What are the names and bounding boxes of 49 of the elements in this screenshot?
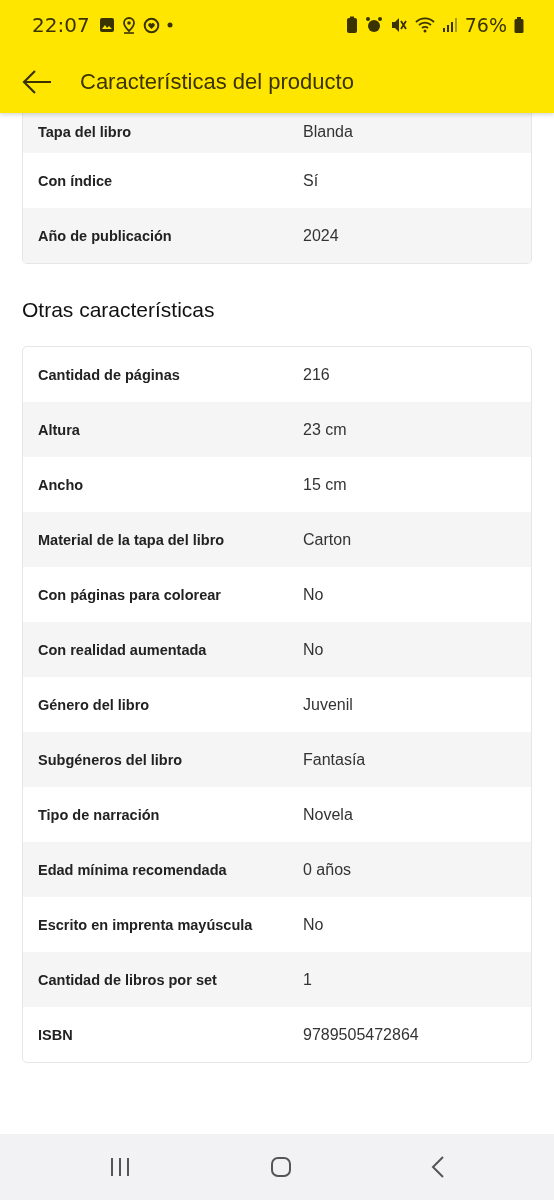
recent-apps-icon[interactable] [109, 1157, 132, 1177]
feature-label: Tipo de narración [38, 806, 161, 823]
feature-value: Juvenil [303, 695, 353, 714]
location-pin-icon [121, 16, 136, 34]
feature-value: 23 cm [303, 420, 347, 439]
feature-value: 1 [303, 970, 312, 989]
feature-label: Con realidad aumentada [38, 641, 208, 658]
image-icon [98, 17, 115, 33]
back-icon[interactable] [430, 1156, 445, 1178]
battery-icon [514, 16, 524, 34]
feature-value: Carton [303, 530, 352, 549]
feature-label: Año de publicación [38, 227, 173, 244]
feature-value: No [303, 585, 324, 604]
feature-value: 2024 [303, 226, 339, 245]
feature-value: Sí [303, 171, 319, 190]
page-title: Características del producto [80, 68, 354, 95]
heart-ring-icon [142, 16, 160, 34]
feature-label: Subgéneros del libro [38, 751, 184, 768]
feature-value: 9789505472864 [303, 1025, 419, 1044]
section-title: Otras características [22, 298, 216, 322]
feature-label: Con índice [38, 172, 114, 189]
status-time: 22:07 [32, 13, 90, 37]
feature-value: No [303, 640, 324, 659]
feature-value: Fantasía [303, 750, 366, 769]
wifi-icon [414, 17, 435, 33]
feature-value: Blanda [303, 123, 353, 141]
feature-label: Ancho [38, 476, 85, 493]
mute-icon [389, 16, 408, 34]
battery-saver-icon [345, 16, 358, 34]
feature-value: 15 cm [303, 475, 347, 494]
feature-label: Material de la tapa del libro [38, 531, 226, 548]
feature-label: Tapa del libro [38, 124, 133, 140]
back-arrow-icon[interactable] [22, 68, 52, 95]
dot-icon [166, 22, 173, 28]
feature-label: ISBN [38, 1026, 74, 1043]
feature-label: Altura [38, 421, 81, 438]
battery-percent: 76% [464, 14, 507, 36]
home-icon[interactable] [270, 1156, 292, 1178]
feature-value: Novela [303, 805, 353, 824]
feature-label: Género del libro [38, 696, 151, 713]
signal-icon [441, 17, 458, 33]
feature-label: Con páginas para colorear [38, 586, 222, 603]
feature-value: 0 años [303, 860, 352, 879]
feature-value: No [303, 915, 324, 934]
feature-label: Cantidad de libros por set [38, 971, 218, 988]
feature-value: 216 [303, 365, 330, 384]
feature-label: Cantidad de páginas [38, 366, 181, 383]
feature-label: Edad mínima recomendada [38, 861, 228, 878]
feature-label: Escrito en imprenta mayúscula [38, 916, 254, 933]
